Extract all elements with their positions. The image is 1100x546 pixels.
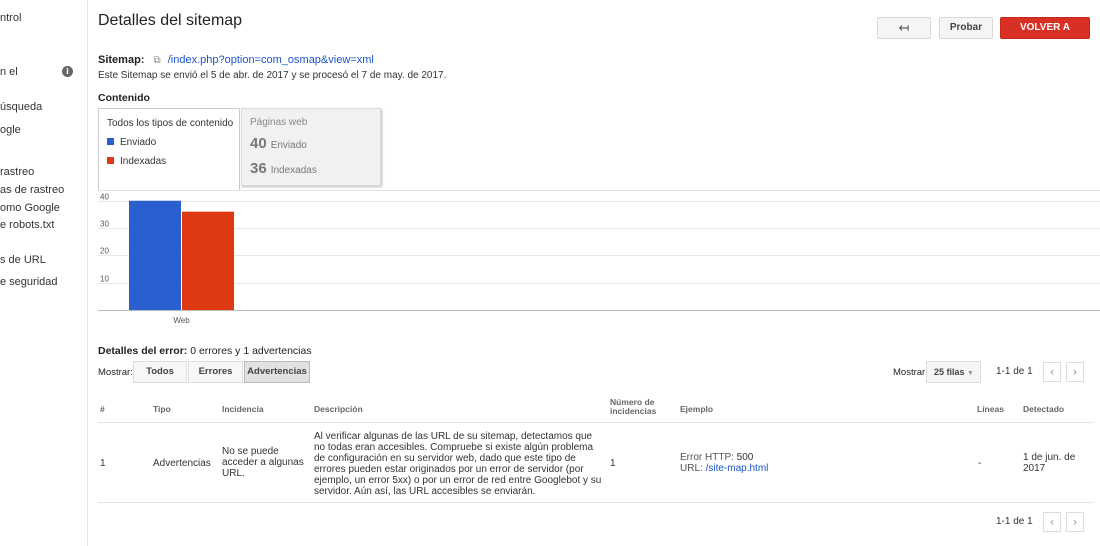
col-header-detected: Detectado (1023, 404, 1065, 414)
legend-indexed: Indexadas (107, 156, 166, 167)
sidebar-item-robots-tester[interactable]: e robots.txt (0, 219, 54, 231)
sitemap-url-link[interactable]: /index.php?option=com_osmap&view=xml (168, 54, 374, 66)
y-tick-label: 10 (100, 275, 109, 284)
tab-all-title: Todos los tipos de contenido (107, 118, 234, 129)
row-count: 1 (610, 458, 616, 469)
tab-web-pages[interactable]: Páginas web 40 Enviado 36 Indexadas (241, 108, 381, 186)
col-header-issue: Incidencia (222, 404, 264, 414)
y-tick-label: 20 (100, 247, 109, 256)
row-divider (98, 502, 1093, 503)
example-url-link[interactable]: /site-map.html (706, 463, 769, 474)
next-page-button-bottom[interactable]: › (1066, 512, 1084, 532)
pager-range-bottom: 1-1 de 1 (996, 516, 1033, 527)
row-issue: No se puede acceder a algunas URL. (222, 446, 304, 479)
rows-label: Mostrar (893, 367, 926, 378)
col-header-count: Número de incidencias (610, 397, 657, 416)
col-header-lines: Líneas (977, 404, 1004, 414)
header-divider (98, 422, 1093, 423)
test-button[interactable]: Probar (939, 17, 993, 39)
web-submitted-label: Enviado (270, 140, 307, 151)
rows-per-page-value: 25 filas (934, 367, 965, 377)
error-details-summary: 0 errores y 1 advertencias (187, 345, 312, 357)
row-lines: - (978, 458, 982, 469)
sidebar-item-security-issues[interactable]: e seguridad (0, 276, 58, 288)
legend-indexed-swatch (107, 157, 114, 164)
row-example: Error HTTP: 500 URL: /site-map.html (680, 452, 768, 474)
sidebar-item-url-parameters[interactable]: s de URL (0, 254, 46, 266)
page-title: Detalles del sitemap (98, 12, 243, 29)
error-details-label: Detalles del error: (98, 345, 188, 357)
example-error-label: Error HTTP: (680, 452, 734, 463)
example-url-label: URL: (680, 463, 703, 474)
resubmit-button[interactable]: VOLVER A ENVIAR (1000, 17, 1090, 53)
web-indexed-stat: 36 Indexadas (250, 160, 317, 177)
rows-per-page-select[interactable]: 25 filas ▼ (926, 361, 981, 383)
submission-info: Este Sitemap se envió el 5 de abr. de 20… (98, 70, 447, 81)
sidebar-item-crawl[interactable]: rastreo (0, 166, 34, 178)
sidebar-item-search-traffic[interactable]: úsqueda (0, 101, 42, 113)
back-button[interactable]: ↤ (877, 17, 931, 39)
sidebar-item-fetch-as-google[interactable]: omo Google (0, 202, 60, 214)
legend-submitted: Enviado (107, 137, 156, 148)
sidebar-item-search-appearance[interactable]: n el (0, 66, 18, 78)
tab-web-title: Páginas web (250, 117, 308, 128)
x-tick-label: Web (173, 316, 190, 325)
external-link-icon[interactable]: ⧉ (154, 55, 161, 66)
sitemap-line: Sitemap: ⧉ /index.php?option=com_osmap&v… (98, 54, 374, 66)
web-indexed-label: Indexadas (270, 165, 317, 176)
filter-warnings-button[interactable]: Advertencias (244, 361, 310, 383)
sidebar-item-control[interactable]: ntrol (0, 12, 21, 24)
error-details-title: Detalles del error: 0 errores y 1 advert… (98, 345, 312, 357)
sidebar-item-crawl-stats[interactable]: as de rastreo (0, 184, 64, 196)
web-submitted-count: 40 (250, 135, 267, 152)
bar (129, 200, 181, 310)
example-error-code: 500 (736, 452, 754, 463)
row-detected: 1 de jun. de 2017 (1023, 452, 1076, 474)
web-submitted-stat: 40 Enviado (250, 135, 307, 152)
row-description: Al verificar algunas de las URL de su si… (314, 431, 602, 497)
content-bar-chart: 10 20 30 40 Web (98, 190, 1100, 325)
next-page-button-top[interactable]: › (1066, 362, 1084, 382)
legend-submitted-label: Enviado (120, 137, 157, 148)
sidebar: ntrol n el i úsqueda ogle rastreo as de … (0, 0, 88, 546)
prev-page-button-top[interactable]: ‹ (1043, 362, 1061, 382)
tab-all-content-types[interactable]: Todos los tipos de contenido Enviado Ind… (98, 108, 240, 190)
web-indexed-count: 36 (250, 160, 267, 177)
col-header-example: Ejemplo (680, 404, 714, 414)
prev-page-button-bottom[interactable]: ‹ (1043, 512, 1061, 532)
row-num: 1 (100, 458, 106, 469)
y-tick-label: 40 (100, 193, 109, 202)
row-type: Advertencias (153, 458, 211, 469)
col-header-num: # (100, 404, 105, 414)
filter-all-button[interactable]: Todos (133, 361, 187, 383)
info-icon[interactable]: i (62, 66, 73, 77)
filter-errors-button[interactable]: Errores (188, 361, 243, 383)
filter-label: Mostrar: (98, 367, 133, 378)
bar (182, 211, 234, 310)
legend-indexed-label: Indexadas (120, 156, 167, 167)
pager-range-top: 1-1 de 1 (996, 366, 1033, 377)
sitemap-label: Sitemap: (98, 54, 145, 66)
y-tick-label: 30 (100, 220, 109, 229)
chevron-down-icon: ▼ (967, 370, 974, 377)
sidebar-item-google-index[interactable]: ogle (0, 124, 21, 136)
col-header-description: Descripción (314, 404, 363, 414)
content-heading: Contenido (98, 92, 150, 104)
col-header-type: Tipo (153, 404, 171, 414)
legend-submitted-swatch (107, 138, 114, 145)
